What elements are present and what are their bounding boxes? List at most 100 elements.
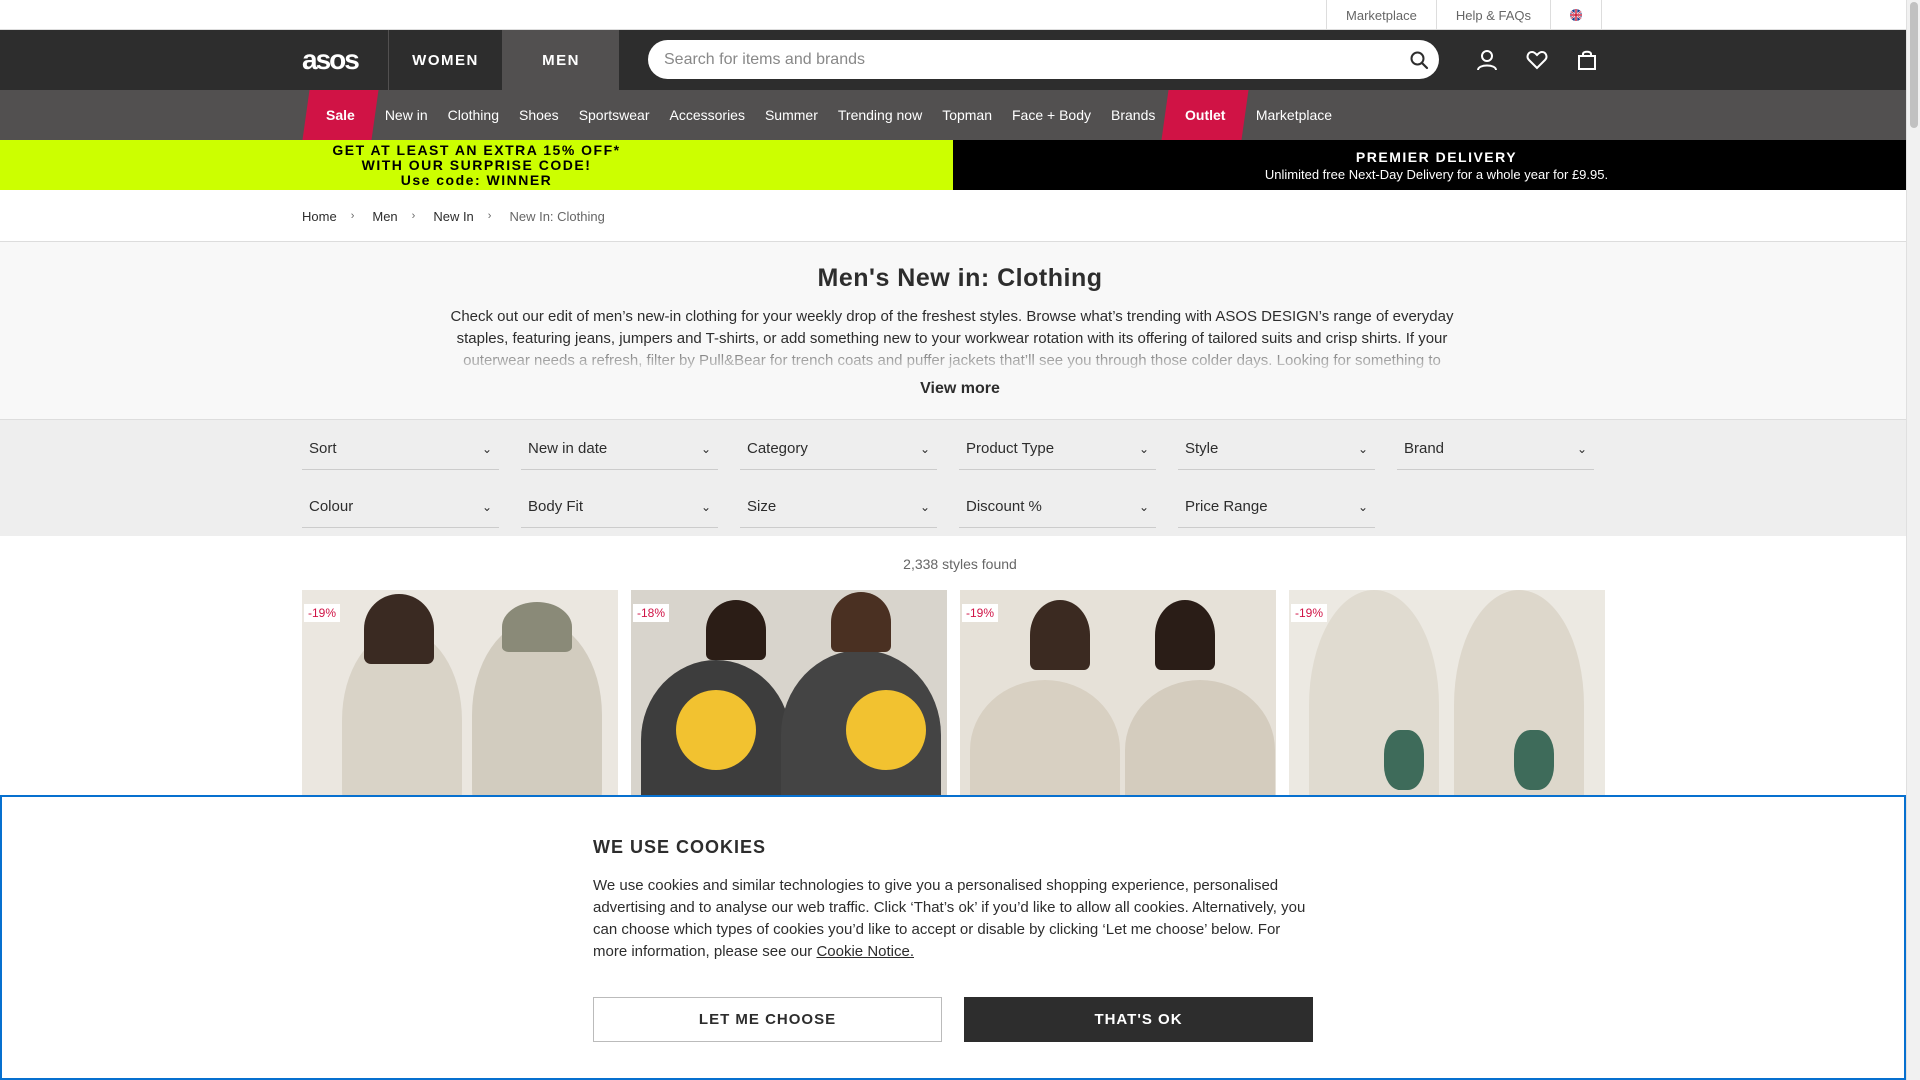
account-icon[interactable] xyxy=(1462,30,1512,90)
product-image xyxy=(706,600,766,660)
category-intro: Men's New in: Clothing Check out our edi… xyxy=(0,242,1920,420)
chevron-down-icon: ⌄ xyxy=(1357,499,1368,514)
filter-label: Product Type xyxy=(966,440,1055,457)
heart-icon[interactable] xyxy=(1512,30,1562,90)
discount-badge: -19% xyxy=(1291,604,1328,622)
nav-item-shoes[interactable]: Shoes xyxy=(509,90,569,140)
chevron-down-icon: ⌄ xyxy=(919,499,930,514)
nav-item-brands[interactable]: Brands xyxy=(1101,90,1165,140)
filter-price-range[interactable]: Price Range ⌄ xyxy=(1178,486,1375,528)
product-image xyxy=(846,690,926,770)
product-card[interactable]: -18% xyxy=(631,590,947,800)
cookie-text: We use cookies and similar technologies … xyxy=(593,875,1313,963)
product-card[interactable]: -19% xyxy=(302,590,618,800)
filter-label: Body Fit xyxy=(528,498,584,515)
chevron-down-icon: ⌄ xyxy=(1576,441,1587,456)
product-image xyxy=(676,690,756,770)
filter-new-in-date[interactable]: New in date ⌄ xyxy=(521,428,718,470)
search-input[interactable] xyxy=(664,40,1384,79)
cookie-banner: WE USE COOKIES We use cookies and simila… xyxy=(0,795,1906,1080)
breadcrumb: Home › Men › New In › New In: Clothing xyxy=(0,190,1920,242)
category-nav-items: Sale New in Clothing Shoes Sportswear Ac… xyxy=(302,90,1342,140)
nav-item-sale-label: Sale xyxy=(326,107,355,123)
breadcrumb-men[interactable]: Men xyxy=(372,209,397,224)
filter-discount[interactable]: Discount % ⌄ xyxy=(959,486,1156,528)
filter-label: Discount % xyxy=(966,498,1042,515)
nav-item-accessories[interactable]: Accessories xyxy=(660,90,755,140)
breadcrumb-separator: › xyxy=(350,210,355,222)
asos-logo[interactable]: asos xyxy=(302,30,388,90)
tab-men[interactable]: MEN xyxy=(502,30,619,90)
nav-item-trending-now[interactable]: Trending now xyxy=(828,90,932,140)
premier-subtitle: Unlimited free Next-Day Delivery for a w… xyxy=(1264,166,1609,182)
nav-item-sportswear[interactable]: Sportswear xyxy=(569,90,660,140)
uk-flag-icon[interactable] xyxy=(1550,0,1602,30)
chevron-down-icon: ⌄ xyxy=(1138,441,1149,456)
filter-label: Brand xyxy=(1404,440,1445,457)
category-nav: Sale New in Clothing Shoes Sportswear Ac… xyxy=(0,90,1920,140)
chevron-down-icon: ⌄ xyxy=(700,499,711,514)
promo-line-1: GET AT LEAST AN EXTRA 15% OFF* xyxy=(332,141,621,158)
nav-item-topman[interactable]: Topman xyxy=(932,90,1002,140)
filter-category[interactable]: Category ⌄ xyxy=(740,428,937,470)
filter-row-2: Colour ⌄ Body Fit ⌄ Size ⌄ Discount % ⌄ Pric… xyxy=(302,486,1397,528)
discount-badge: -18% xyxy=(633,604,670,622)
nav-item-marketplace[interactable]: Marketplace xyxy=(1246,90,1342,140)
product-image xyxy=(831,592,891,652)
breadcrumb-separator: › xyxy=(487,210,492,222)
cookie-notice-link[interactable]: Cookie Notice. xyxy=(816,943,914,960)
search-box xyxy=(648,40,1439,79)
discount-badge: -19% xyxy=(304,604,341,622)
filter-colour[interactable]: Colour ⌄ xyxy=(302,486,499,528)
product-card[interactable]: -19% xyxy=(960,590,1276,800)
nav-item-face-body[interactable]: Face + Body xyxy=(1002,90,1101,140)
premier-delivery-banner[interactable]: PREMIER DELIVERY Unlimited free Next-Day… xyxy=(953,140,1920,190)
breadcrumb-items: Home › Men › New In › New In: Clothing xyxy=(302,190,605,242)
product-card[interactable]: -19% xyxy=(1289,590,1605,800)
nav-item-sale[interactable]: Sale xyxy=(302,90,379,140)
nav-item-summer[interactable]: Summer xyxy=(755,90,828,140)
scrollbar-thumb[interactable] xyxy=(1910,2,1918,128)
page-scrollbar[interactable] xyxy=(1906,0,1920,1080)
search-icon[interactable] xyxy=(1409,50,1429,70)
nav-item-outlet-label: Outlet xyxy=(1185,107,1226,123)
gender-switch: WOMEN MEN xyxy=(388,30,619,90)
filter-body-fit[interactable]: Body Fit ⌄ xyxy=(521,486,718,528)
product-image xyxy=(1030,600,1090,670)
breadcrumb-home[interactable]: Home xyxy=(302,209,337,224)
bag-icon[interactable] xyxy=(1562,30,1612,90)
filter-brand[interactable]: Brand ⌄ xyxy=(1397,428,1594,470)
product-image xyxy=(502,602,572,652)
product-image xyxy=(1514,730,1554,790)
cookie-body: We use cookies and similar technologies … xyxy=(593,877,1306,960)
product-image xyxy=(364,594,434,664)
thats-ok-button[interactable]: THAT'S OK xyxy=(964,997,1313,1042)
filter-style[interactable]: Style ⌄ xyxy=(1178,428,1375,470)
results-count: 2,338 styles found xyxy=(903,556,1017,572)
product-image xyxy=(1384,730,1424,790)
discount-badge: -19% xyxy=(962,604,999,622)
filter-row-1: Sort ⌄ New in date ⌄ Category ⌄ Product Typ… xyxy=(302,428,1616,470)
filter-size[interactable]: Size ⌄ xyxy=(740,486,937,528)
filter-label: Size xyxy=(747,498,777,515)
nav-item-new-in[interactable]: New in xyxy=(375,90,438,140)
let-me-choose-button[interactable]: LET ME CHOOSE xyxy=(593,997,942,1042)
nav-item-clothing[interactable]: Clothing xyxy=(438,90,509,140)
premier-title: PREMIER DELIVERY xyxy=(1355,148,1518,165)
breadcrumb-new-in[interactable]: New In xyxy=(433,209,473,224)
utility-link-help[interactable]: Help & FAQs xyxy=(1435,0,1550,30)
header-icons xyxy=(1462,30,1612,90)
utility-bar: Marketplace Help & FAQs xyxy=(0,0,1920,30)
promo-line-2: WITH OUR SURPRISE CODE! xyxy=(361,156,592,173)
utility-link-marketplace[interactable]: Marketplace xyxy=(1326,0,1436,30)
tab-women[interactable]: WOMEN xyxy=(388,30,502,90)
chevron-down-icon: ⌄ xyxy=(481,499,492,514)
view-more-button[interactable]: View more xyxy=(0,380,1920,398)
filter-label: Price Range xyxy=(1185,498,1268,515)
filter-sort[interactable]: Sort ⌄ xyxy=(302,428,499,470)
main-header: asos WOMEN MEN xyxy=(0,30,1920,90)
chevron-down-icon: ⌄ xyxy=(700,441,711,456)
promo-discount-banner[interactable]: GET AT LEAST AN EXTRA 15% OFF* WITH OUR … xyxy=(0,140,953,190)
filter-product-type[interactable]: Product Type ⌄ xyxy=(959,428,1156,470)
nav-item-outlet[interactable]: Outlet xyxy=(1161,90,1250,140)
